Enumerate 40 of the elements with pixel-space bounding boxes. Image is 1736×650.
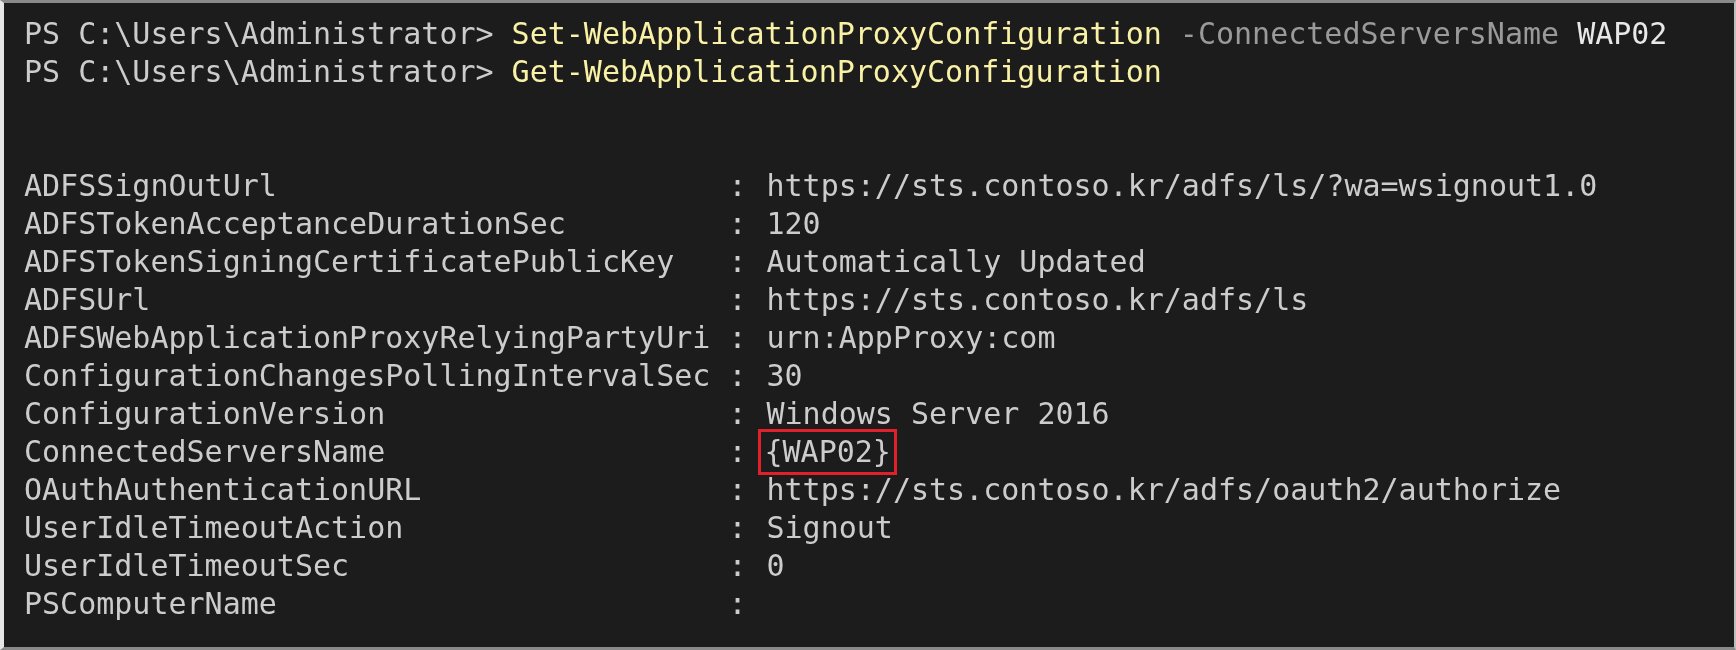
property-value: 120 [765,205,822,243]
property-value: 30 [765,357,804,395]
separator-colon: : [728,243,747,281]
separator-colon: : [728,509,747,547]
property-name: ConfigurationChangesPollingIntervalSec [24,357,712,395]
property-name: PSComputerName [24,585,278,623]
prompt-text: PS C:\Users\Administrator> [24,53,494,91]
separator-colon: : [728,357,747,395]
prompt-text: PS C:\Users\Administrator> [24,15,494,53]
command-name: Get-WebApplicationProxyConfiguration [511,53,1162,91]
property-name: OAuthAuthenticationURL [24,471,423,509]
property-value: https://sts.contoso.kr/adfs/ls/?wa=wsignout1.0 [765,167,1599,205]
command-parameter: -ConnectedServersName [1179,15,1560,53]
separator-colon: : [728,395,747,433]
property-name: ADFSUrl [24,281,152,319]
property-value: Windows Server 2016 [765,395,1111,433]
property-name: ConnectedServersName [24,433,387,471]
separator-colon: : [728,433,747,471]
separator-colon: : [728,471,747,509]
separator-colon: : [728,585,747,623]
command-argument: WAP02 [1577,15,1668,53]
separator-colon: : [728,281,747,319]
property-value: https://sts.contoso.kr/adfs/ls [765,281,1310,319]
separator-colon: : [728,319,747,357]
property-value: https://sts.contoso.kr/adfs/oauth2/authorize [765,471,1563,509]
property-name: ADFSWebApplicationProxyRelyingPartyUri [24,319,712,357]
property-value: Signout [765,509,894,547]
property-value: urn:AppProxy:com [765,319,1057,357]
property-name: ADFSTokenAcceptanceDurationSec [24,205,567,243]
property-name: ADFSTokenSigningCertificatePublicKey [24,243,676,281]
property-value: 0 [765,547,786,585]
property-value: Automatically Updated [765,243,1147,281]
separator-colon: : [728,547,747,585]
property-name: ADFSSignOutUrl [24,167,278,205]
command-name: Set-WebApplicationProxyConfiguration [511,15,1162,53]
property-name: ConfigurationVersion [24,395,387,433]
property-name: UserIdleTimeoutSec [24,547,351,585]
separator-colon: : [728,167,747,205]
separator-colon: : [728,205,747,243]
property-name: UserIdleTimeoutAction [24,509,405,547]
